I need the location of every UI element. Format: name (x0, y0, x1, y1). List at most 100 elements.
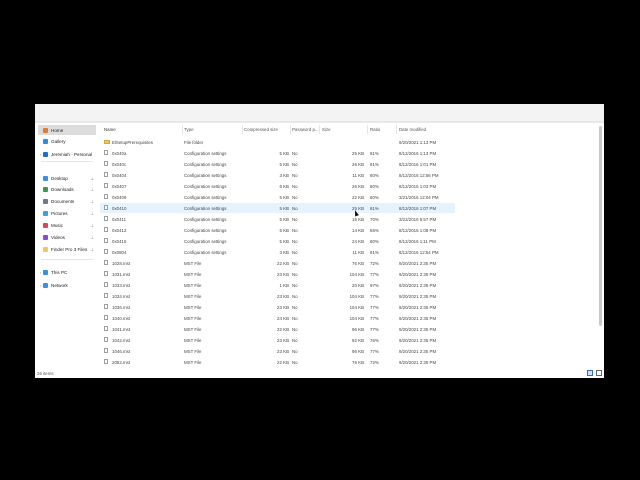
sidebar-item-downloads[interactable]: Downloads ⊥ (38, 184, 96, 194)
password-protected: No (292, 205, 298, 211)
column-header-password[interactable]: Password p... (292, 127, 319, 132)
table-row[interactable]: 1028.mst MST File 22 KB No 76 KB 72% 9/20/2021… (100, 258, 455, 268)
column-divider[interactable] (182, 125, 183, 134)
password-protected: No (292, 293, 298, 299)
file-name: 1034.mst (112, 293, 131, 299)
vertical-scrollbar[interactable] (599, 126, 602, 326)
file-type: Configuration settings (184, 150, 227, 156)
column-divider[interactable] (242, 125, 243, 134)
file-icon (104, 172, 108, 177)
tiles-view-icon[interactable] (596, 370, 602, 376)
sidebar-item-network[interactable]: › Network (38, 280, 96, 290)
compression-ratio: 80% (370, 238, 379, 244)
table-row[interactable]: ElSetupPrerequisites File folder 9/20/2021… (100, 137, 455, 147)
password-protected: No (292, 304, 298, 310)
file-type: Configuration settings (184, 227, 227, 233)
pc-icon (43, 269, 48, 275)
sidebar-item-videos[interactable]: Videos ⊥ (38, 232, 96, 242)
table-row[interactable]: 1046.mst MST File 23 KB No 96 KB 77% 9/20/2021… (100, 346, 455, 356)
table-row[interactable]: 0x0410 Configuration settings 5 KB No 25 KB 8… (100, 203, 455, 213)
table-row[interactable]: 1034.mst MST File 23 KB No 104 KB 77% 9/20/202… (100, 291, 455, 301)
compression-ratio: 77% (370, 271, 379, 277)
sidebar-item-label: Documents (51, 198, 75, 204)
sidebar-item-music[interactable]: Music ⊥ (38, 220, 96, 230)
date-modified: 8/12/2016 1:08 PM (399, 227, 437, 233)
table-row[interactable]: 1040.mst MST File 24 KB No 104 KB 77% 9/20/202… (100, 313, 455, 323)
table-row[interactable]: 1033.mst MST File 1 KB No 20 KB 97% 9/20/2021 … (100, 280, 455, 290)
address-bar-area (35, 104, 604, 121)
sidebar-item-finder-pro-3-files[interactable]: Finder Pro 3 Files ⊥ (38, 244, 96, 254)
column-divider[interactable] (319, 125, 320, 134)
password-protected: No (292, 337, 298, 343)
compression-ratio: 81% (370, 249, 379, 255)
file-size: 76 KB (352, 260, 364, 266)
column-header-date-modified[interactable]: Date modified (399, 127, 426, 132)
file-icon (104, 238, 108, 243)
table-row[interactable]: 1036.mst MST File 23 KB No 104 KB 77% 9/20/202… (100, 302, 455, 312)
table-row[interactable]: 2052.mst MST File 22 KB No 76 KB 72% 9/20/2021… (100, 357, 455, 367)
table-row[interactable]: 1042.mst MST File 23 KB No 92 KB 76% 9/20/2021… (100, 335, 455, 345)
table-row[interactable]: 0x0804 Configuration settings 3 KB No 11 KB 8… (100, 247, 455, 257)
column-header-compressed-size[interactable]: Compressed size (244, 127, 278, 132)
column-divider[interactable] (396, 125, 397, 134)
compression-ratio: 65% (370, 227, 379, 233)
column-divider[interactable] (290, 125, 291, 134)
column-header-size[interactable]: Size (322, 127, 331, 132)
table-row[interactable]: 0x040a Configuration settings 5 KB No 25 KB 8… (100, 148, 455, 158)
compressed-size: 23 KB (277, 304, 289, 310)
file-type: MST File (184, 293, 202, 299)
sidebar-item-this-pc[interactable]: › This PC (38, 267, 96, 277)
details-view-icon[interactable] (587, 370, 593, 376)
file-type: MST File (184, 348, 202, 354)
compression-ratio: 80% (370, 172, 379, 178)
table-row[interactable]: 0x040c Configuration settings 5 KB No 26 KB 8… (100, 159, 455, 169)
sidebar-item-pictures[interactable]: Pictures ⊥ (38, 208, 96, 218)
file-icon (104, 348, 108, 353)
file-type: Configuration settings (184, 205, 227, 211)
compression-ratio: 81% (370, 205, 379, 211)
sidebar-item-label: Jeremiah - Personal (51, 151, 93, 157)
compressed-size: 6 KB (279, 183, 289, 189)
sidebar-item-jeremiah-personal[interactable]: › Jeremiah - Personal (38, 149, 96, 159)
sidebar-item-label: Finder Pro 3 Files (51, 246, 88, 252)
password-protected: No (292, 194, 298, 200)
compressed-size: 5 KB (279, 216, 289, 222)
compressed-size: 5 KB (279, 205, 289, 211)
compression-ratio: 81% (370, 150, 379, 156)
file-size: 104 KB (349, 271, 364, 277)
file-size: 104 KB (349, 293, 364, 299)
sidebar-divider (41, 259, 93, 260)
table-row[interactable]: 0x0404 Configuration settings 3 KB No 11 KB 8… (100, 170, 455, 180)
sidebar-item-home[interactable]: Home (38, 125, 96, 135)
column-header-name[interactable]: Name (104, 127, 116, 132)
table-row[interactable]: 0x0409 Configuration settings 5 KB No 22 KB 8… (100, 192, 455, 202)
table-row[interactable]: 1041.mst MST File 22 KB No 96 KB 77% 9/20/2021… (100, 324, 455, 334)
password-protected: No (292, 315, 298, 321)
table-row[interactable]: 0x0416 Configuration settings 5 KB No 24 KB 8… (100, 236, 455, 246)
table-row[interactable]: 0x0407 Configuration settings 6 KB No 26 KB 8… (100, 181, 455, 191)
table-row[interactable]: 1031.mst MST File 23 KB No 104 KB 77% 9/20/202… (100, 269, 455, 279)
compressed-size: 22 KB (277, 260, 289, 266)
sidebar-item-documents[interactable]: Documents ⊥ (38, 196, 96, 206)
status-bar: 26 items (35, 368, 604, 378)
column-divider[interactable] (367, 125, 368, 134)
date-modified: 9/20/2021 2:35 PM (399, 315, 437, 321)
column-header-ratio[interactable]: Ratio (370, 127, 380, 132)
date-modified: 8/12/2016 1:01 PM (399, 161, 437, 167)
compression-ratio: 80% (370, 194, 379, 200)
videos-icon (43, 234, 48, 240)
pin-icon: ⊥ (90, 222, 94, 228)
table-row[interactable]: 0x0411 Configuration settings 5 KB No 15 KB 7… (100, 214, 455, 224)
sidebar-item-desktop[interactable]: Desktop ⊥ (38, 173, 96, 183)
compressed-size: 3 KB (279, 249, 289, 255)
table-row[interactable]: 0x0412 Configuration settings 5 KB No 14 KB 6… (100, 225, 455, 235)
password-protected: No (292, 282, 298, 288)
desktop-icon (43, 175, 48, 181)
sidebar-item-label: Gallery (51, 138, 66, 144)
column-header-type[interactable]: Type (184, 127, 194, 132)
file-name: 1031.mst (112, 271, 131, 277)
file-type: MST File (184, 304, 202, 310)
file-icon (104, 260, 108, 265)
file-size: 96 KB (352, 326, 364, 332)
sidebar-item-gallery[interactable]: Gallery (38, 136, 96, 146)
